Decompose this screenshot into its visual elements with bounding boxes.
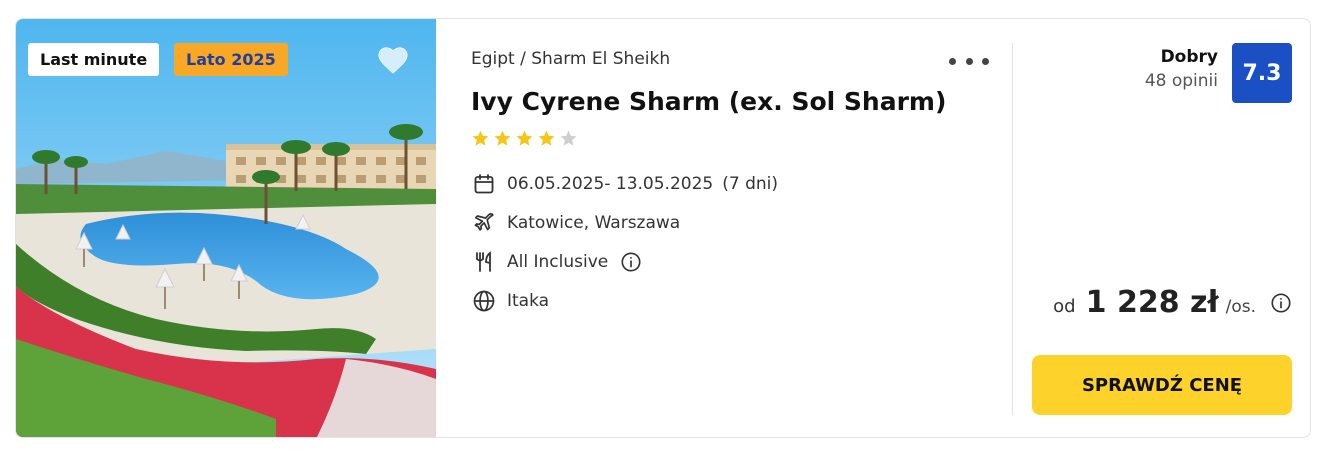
- info-icon[interactable]: [620, 251, 642, 273]
- cutlery-icon: [471, 249, 497, 275]
- board-text: All Inclusive: [507, 252, 609, 272]
- more-dots-icon[interactable]: [949, 47, 989, 75]
- board-row: All Inclusive: [471, 249, 642, 275]
- heart-icon[interactable]: [376, 43, 410, 75]
- departure-text: Katowice, Warszawa: [507, 213, 681, 233]
- hotel-photo[interactable]: Last minute Lato 2025: [16, 19, 436, 437]
- price-unit: /os.: [1225, 297, 1256, 317]
- operator-row: Itaka: [471, 288, 549, 314]
- column-divider: [1012, 43, 1013, 415]
- check-price-button[interactable]: SPRAWDŹ CENĘ: [1032, 355, 1292, 415]
- hotel-image: [16, 19, 436, 437]
- plane-icon: [471, 210, 497, 236]
- star-empty-icon: [560, 130, 577, 146]
- review-count[interactable]: 48 opinii: [1145, 71, 1218, 91]
- season-badge: Lato 2025: [174, 43, 288, 76]
- dates-row: 06.05.2025- 13.05.2025 (7 dni): [471, 171, 778, 197]
- price-value: 1 228 zł: [1085, 285, 1219, 320]
- star-filled-icon: [516, 130, 533, 146]
- rating-score-badge: 7.3: [1232, 43, 1292, 103]
- last-minute-badge: Last minute: [28, 43, 160, 76]
- calendar-icon: [471, 171, 497, 197]
- rating-summary[interactable]: Dobry 48 opinii: [1145, 47, 1218, 91]
- price-prefix: od: [1053, 296, 1076, 317]
- duration-text: (7 dni): [722, 174, 778, 194]
- offer-card[interactable]: Last minute Lato 2025 Egipt / Sharm El S…: [15, 18, 1311, 438]
- star-filled-icon: [494, 130, 511, 146]
- offer-details: Egipt / Sharm El Sheikh Ivy Cyrene Sharm…: [471, 19, 1011, 437]
- rating-label: Dobry: [1160, 47, 1218, 67]
- star-rating: [471, 129, 578, 148]
- star-filled-icon: [538, 130, 555, 146]
- globe-icon: [471, 288, 497, 314]
- price-block: od 1 228 zł /os.: [1053, 285, 1292, 320]
- hotel-title[interactable]: Ivy Cyrene Sharm (ex. Sol Sharm): [471, 87, 946, 116]
- departure-row: Katowice, Warszawa: [471, 210, 680, 236]
- dates-text: 06.05.2025- 13.05.2025: [507, 174, 714, 194]
- star-filled-icon: [472, 130, 489, 146]
- location-breadcrumb[interactable]: Egipt / Sharm El Sheikh: [471, 49, 670, 69]
- info-icon[interactable]: [1270, 292, 1292, 314]
- operator-text: Itaka: [507, 291, 550, 311]
